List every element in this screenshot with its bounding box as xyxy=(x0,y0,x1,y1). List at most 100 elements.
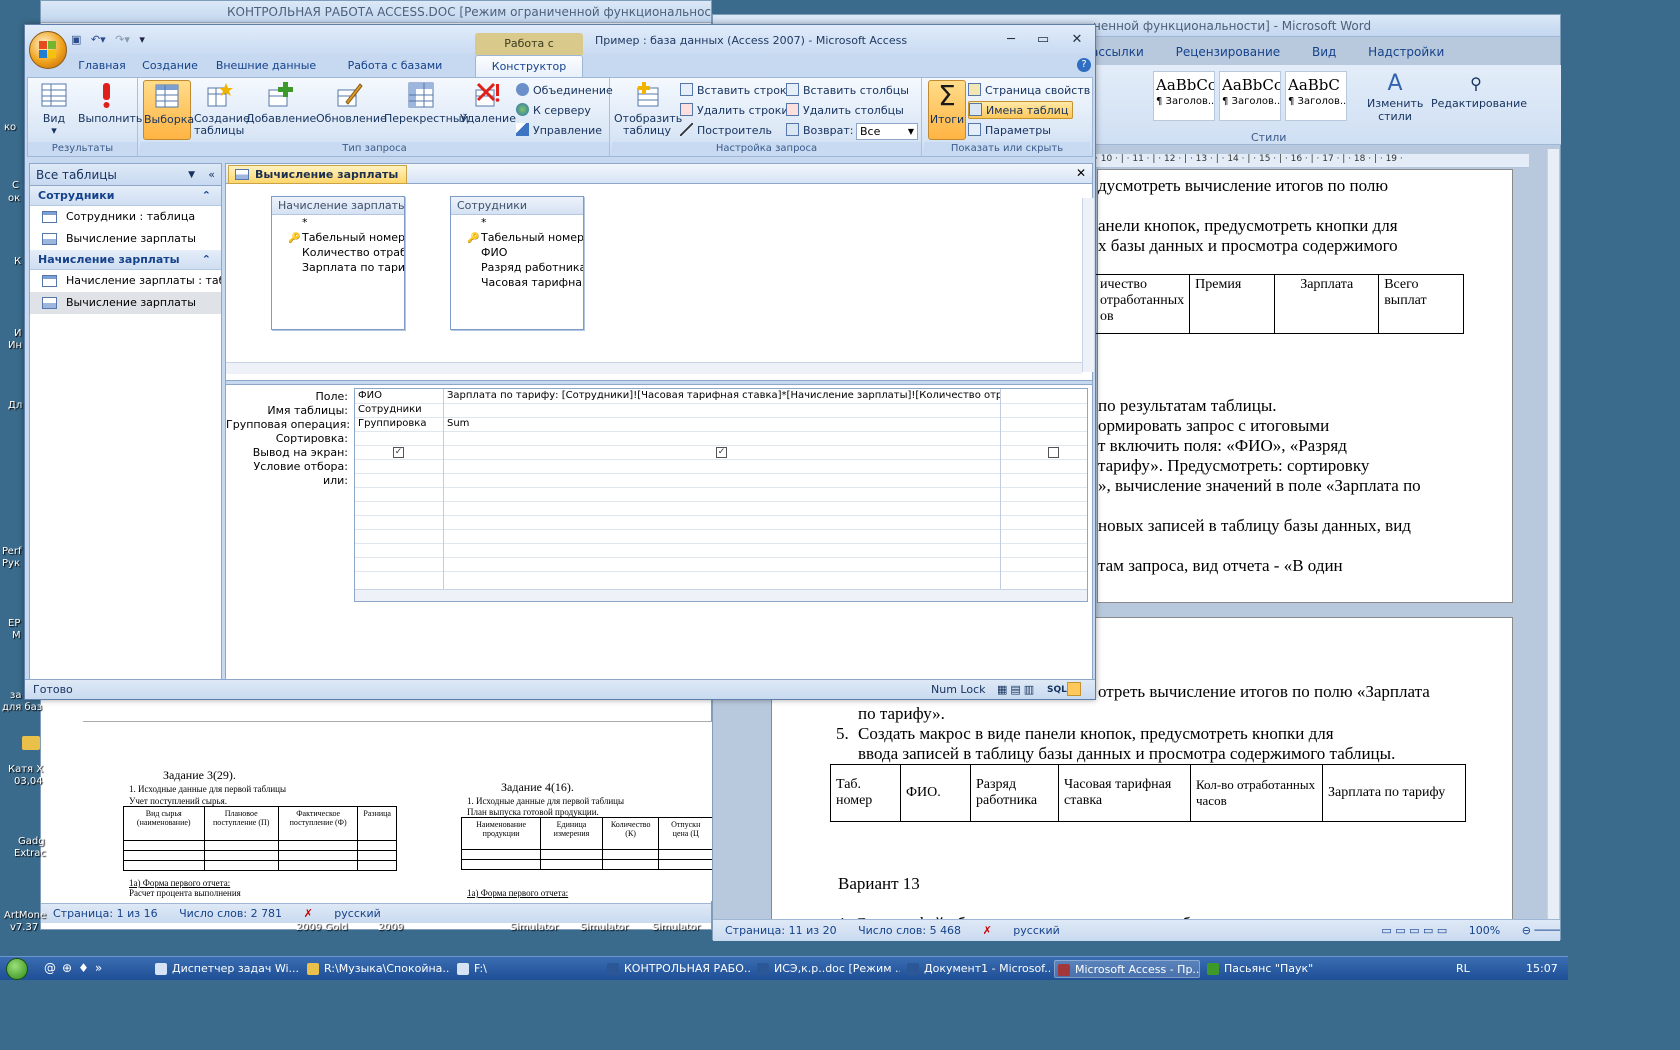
field-list-employees[interactable]: Сотрудники * 🔑 Табельный номер ФИО Разряд… xyxy=(450,196,584,330)
style-heading1[interactable]: AaBbCc ¶ Заголов... xyxy=(1153,71,1215,121)
design-view-icon[interactable] xyxy=(1067,682,1081,696)
desktop-label-0[interactable]: 2009 Gold xyxy=(296,922,348,933)
desktop-icon-label-17[interactable]: ArtMone xyxy=(4,910,46,921)
taskbar-item-drive-f[interactable]: F:\ xyxy=(454,960,600,978)
maximize-button[interactable]: ▭ xyxy=(1029,31,1057,49)
field-list-payroll[interactable]: Начисление зарплаты * 🔑 Табельный номер К… xyxy=(271,196,405,330)
nav-item-salary-query-1[interactable]: Вычисление зарплаты xyxy=(30,228,221,250)
word-front-lang[interactable]: русский xyxy=(1013,924,1060,937)
append-button[interactable]: Добавление xyxy=(246,80,316,140)
parameters-button[interactable]: Параметры xyxy=(968,122,1051,140)
desktop-icon-label-8[interactable]: Рук xyxy=(2,558,20,569)
grid-column-3[interactable] xyxy=(1001,389,1087,589)
taskbar-item-access[interactable]: Microsoft Access - Пр... xyxy=(1054,960,1200,978)
tab-external-data[interactable]: Внешние данные xyxy=(213,55,319,77)
tab-database-tools[interactable]: Работа с базами данных xyxy=(325,55,465,94)
grid-table-cell[interactable]: Сотрудники xyxy=(355,403,443,417)
field-hours[interactable]: Количество отрабо xyxy=(272,245,404,260)
view-switcher-icons[interactable]: ▦▤▥ xyxy=(997,680,1037,700)
quick-launch-icon[interactable]: ♦ xyxy=(78,961,95,975)
word-back-lang[interactable]: русский xyxy=(334,907,381,920)
delete-button[interactable]: Удаление xyxy=(460,80,516,140)
grid-total-cell[interactable]: Группировка xyxy=(355,417,443,431)
tray-clock[interactable]: 15:07 xyxy=(1526,962,1558,975)
quick-launch-icon[interactable]: ⊕ xyxy=(62,961,78,975)
desktop-icon-label-0[interactable]: ко xyxy=(4,122,16,133)
field-tab-number[interactable]: 🔑 Табельный номер xyxy=(272,230,404,245)
field-all[interactable]: * xyxy=(451,215,583,230)
pass-through-button[interactable]: К серверу xyxy=(516,102,591,120)
desktop-icon-label-4[interactable]: И xyxy=(14,328,21,339)
grid-hscrollbar[interactable] xyxy=(355,589,1087,601)
style-heading3[interactable]: AaBbC ¶ Заголов... xyxy=(1285,71,1347,121)
nav-pane-header[interactable]: Все таблицы ▼ « xyxy=(30,164,221,186)
pane-splitter[interactable] xyxy=(226,380,1092,385)
delete-columns-button[interactable]: Удалить столбцы xyxy=(786,102,904,120)
delete-rows-button[interactable]: Удалить строки xyxy=(680,102,789,120)
desktop-icon-label-10[interactable]: М xyxy=(12,630,21,641)
collapse-group-icon[interactable]: ⌃ xyxy=(202,250,211,270)
nav-group-employees[interactable]: Сотрудники ⌃ xyxy=(30,186,221,206)
customize-qat-icon[interactable]: ▾ xyxy=(139,33,145,46)
taskbar-item-word-doc1[interactable]: Документ1 - Microsof... xyxy=(904,960,1050,978)
taskbar-item-word-ise[interactable]: ИСЭ,к.р..doc [Режим ... xyxy=(754,960,900,978)
nav-item-payroll-table[interactable]: Начисление зарплаты : табл... xyxy=(30,270,221,292)
tab-home[interactable]: Главная xyxy=(73,55,131,77)
undo-icon[interactable]: ↶▾ xyxy=(91,33,106,46)
field-list-title[interactable]: Сотрудники xyxy=(451,197,583,215)
union-button[interactable]: Объединение xyxy=(516,82,613,100)
data-definition-button[interactable]: Управление xyxy=(516,122,602,140)
desktop-icon-label-6[interactable]: Дл xyxy=(8,400,22,411)
field-all[interactable]: * xyxy=(272,215,404,230)
field-hourly-rate[interactable]: Часовая тарифная с xyxy=(451,275,583,290)
word-tab-review[interactable]: Рецензирование xyxy=(1176,45,1281,59)
show-checkbox[interactable] xyxy=(1048,447,1059,458)
zoom-slider[interactable]: ⊖ ──────┼────── ⊕ xyxy=(1522,924,1560,937)
redo-icon[interactable]: ↷▾ xyxy=(115,33,130,46)
make-table-button[interactable]: Создание таблицы xyxy=(194,80,250,140)
desktop-label-3[interactable]: Simulator xyxy=(580,922,628,933)
editing-button[interactable]: ⚲ Редактирование xyxy=(1431,71,1527,110)
minimize-button[interactable]: ─ xyxy=(997,31,1025,49)
show-checkbox[interactable]: ✓ xyxy=(716,447,727,458)
document-tab[interactable]: Вычисление зарплаты xyxy=(228,165,408,184)
field-tariff-pay[interactable]: Зарплата по тариф xyxy=(272,260,404,275)
desktop-icon-label-15[interactable]: Gadg xyxy=(18,836,45,847)
crosstab-button[interactable]: Перекрестный xyxy=(384,80,469,140)
quick-launch-icon[interactable]: @ xyxy=(44,961,62,975)
collapse-pane-icon[interactable]: « xyxy=(208,164,215,186)
save-icon[interactable]: ▣ xyxy=(71,33,81,46)
totals-button[interactable]: Σ Итоги xyxy=(928,80,966,140)
desktop-icon-label-7[interactable]: Perf xyxy=(2,546,21,557)
taskbar-item-word-control[interactable]: КОНТРОЛЬНАЯ РАБО... xyxy=(604,960,750,978)
show-checkbox[interactable]: ✓ xyxy=(393,447,404,458)
quick-launch-icon[interactable]: » xyxy=(95,961,108,975)
grid-column-2[interactable]: Зарплата по тарифу: [Сотрудники]![Часова… xyxy=(444,389,1001,589)
word-tab-view[interactable]: Вид xyxy=(1312,45,1336,59)
nav-item-employees-table[interactable]: Сотрудники : таблица xyxy=(30,206,221,228)
desktop-icon-label-1[interactable]: С xyxy=(12,180,19,191)
sql-view-icon[interactable]: SQL xyxy=(1047,680,1067,700)
close-document-icon[interactable]: ✕ xyxy=(1076,166,1086,180)
desktop-icon-label-12[interactable]: для баз xyxy=(2,702,42,713)
field-list-title[interactable]: Начисление зарплаты xyxy=(272,197,404,215)
start-button[interactable] xyxy=(6,958,28,980)
grid-field-cell[interactable]: ФИО xyxy=(355,389,443,403)
word-front-scrollbar[interactable] xyxy=(1547,149,1559,935)
grid-field-cell[interactable]: Зарплата по тарифу: [Сотрудники]![Часова… xyxy=(444,389,1000,403)
nav-item-salary-query-2[interactable]: Вычисление зарплаты xyxy=(30,292,221,314)
collapse-group-icon[interactable]: ⌃ xyxy=(202,186,211,206)
word-tab-addins[interactable]: Надстройки xyxy=(1368,45,1444,59)
field-grade[interactable]: Разряд работника xyxy=(451,260,583,275)
table-area-vscrollbar[interactable] xyxy=(1082,198,1094,372)
desktop-icon-label-18[interactable]: v7.37 xyxy=(10,922,38,933)
taskbar-item-spider[interactable]: Пасьянс "Паук" xyxy=(1204,960,1350,978)
table-area-hscrollbar[interactable] xyxy=(226,362,1082,374)
property-sheet-button[interactable]: Страница свойств xyxy=(968,82,1090,100)
change-styles-button[interactable]: A Изменить стили xyxy=(1367,71,1423,123)
style-heading2[interactable]: AaBbCc ¶ Заголов... xyxy=(1219,71,1281,121)
desktop-label-2[interactable]: Simulator xyxy=(510,922,558,933)
chevron-down-icon[interactable]: ▼ xyxy=(188,164,195,186)
word-tab-mailings[interactable]: ассылки xyxy=(1091,45,1144,59)
desktop-icon-label-14[interactable]: 03,04 xyxy=(14,776,43,787)
